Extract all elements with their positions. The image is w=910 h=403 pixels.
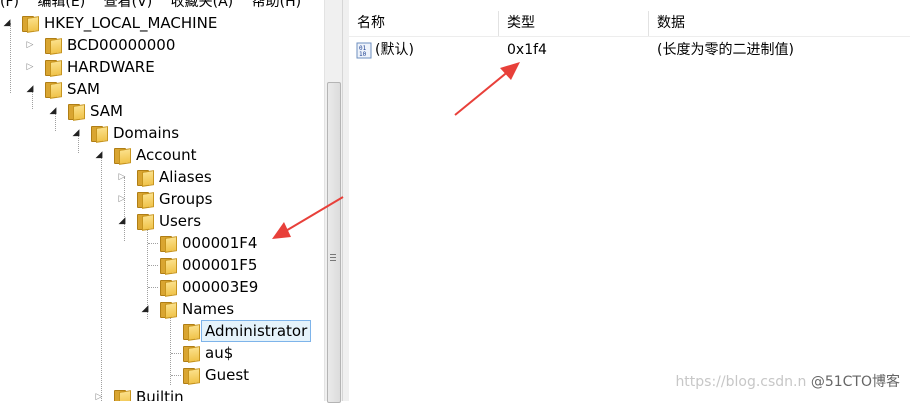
arrow-to-user [283, 196, 344, 233]
watermark: https://blog.csdn.n @51CTO博客 [675, 371, 900, 391]
watermark-brand: @51CTO博客 [810, 374, 900, 390]
annotation-arrows [272, 62, 520, 239]
arrow-to-type [454, 69, 511, 116]
watermark-url: https://blog.csdn.n [675, 374, 807, 390]
arrow-head-icon [500, 62, 520, 80]
